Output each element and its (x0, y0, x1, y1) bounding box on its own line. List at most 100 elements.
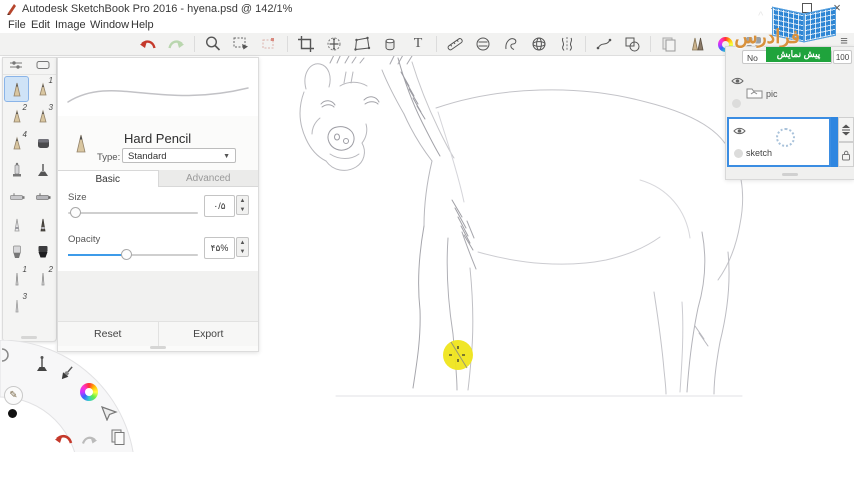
lagoon-layers-icon[interactable] (110, 428, 126, 450)
lock-state-icon (732, 99, 741, 108)
size-stepper[interactable]: ▲ ▼ (236, 195, 249, 215)
opacity-label: Opacity (68, 234, 101, 245)
dropdown-arrow-icon: ▼ (223, 153, 230, 160)
text-tool-icon[interactable]: T (408, 35, 428, 53)
transform-icon[interactable] (324, 35, 344, 53)
layers-drag-handle[interactable] (782, 173, 798, 176)
tab-basic[interactable]: Basic (58, 170, 159, 187)
brush-ink-pen-dark[interactable] (30, 211, 55, 237)
layer-opacity-field[interactable]: 100 (833, 50, 852, 64)
opacity-value[interactable]: ۴۵% (204, 237, 235, 259)
window-title: Autodesk SketchBook Pro 2016 - hyena.psd… (22, 3, 293, 15)
steady-stroke-tool-icon[interactable] (34, 355, 50, 378)
opacity-section: Opacity ۴۵% ▲ ▼ (58, 229, 258, 272)
stroke-preview (58, 58, 258, 116)
crop-icon[interactable] (296, 35, 316, 53)
layer-editor-icon[interactable] (659, 35, 679, 53)
size-slider-thumb[interactable] (70, 207, 81, 218)
layer-name: pic (766, 89, 778, 99)
export-button[interactable]: Export (159, 322, 259, 346)
palette-sliders-icon[interactable] (9, 57, 23, 75)
layer-row-pic[interactable]: pic (727, 69, 839, 115)
layer-row-sketch[interactable]: sketch (727, 117, 831, 167)
type-dropdown[interactable]: Standard ▼ (122, 148, 236, 163)
current-tool-badge[interactable]: ✎ (4, 386, 23, 405)
brush-fine-3[interactable]: 3 (4, 292, 29, 318)
brush-fine-2[interactable]: 2 (30, 265, 55, 291)
brush-marker-chisel[interactable] (4, 238, 29, 264)
type-label: Type: (97, 152, 121, 163)
menu-window[interactable]: Window (90, 19, 129, 31)
brush-marker-flat[interactable] (30, 238, 55, 264)
title-bar: Autodesk SketchBook Pro 2016 - hyena.psd… (0, 0, 854, 18)
size-label: Size (68, 192, 87, 203)
brush-pencil-3[interactable]: 3 (30, 103, 55, 129)
menu-edit[interactable]: Edit (31, 19, 50, 31)
ellipse-guide-icon[interactable] (473, 35, 493, 53)
distort-icon[interactable] (352, 35, 372, 53)
color-puck-icon[interactable] (80, 383, 98, 401)
steady-stroke-icon[interactable] (594, 35, 614, 53)
brush-hard-pencil[interactable] (4, 76, 29, 102)
brush-pencil-4[interactable]: 4 (4, 130, 29, 156)
layer-lock-icon[interactable] (838, 142, 854, 167)
brush-type-icon (76, 134, 86, 153)
paste-selection-icon (259, 35, 279, 53)
brush-spray-2[interactable] (30, 184, 55, 210)
preview-badge: پیش نمایش (766, 47, 831, 62)
lock-state-icon (734, 149, 743, 158)
opacity-stepper[interactable]: ▲ ▼ (236, 237, 249, 257)
opacity-slider-thumb[interactable] (121, 249, 132, 260)
select-icon[interactable] (231, 35, 251, 53)
lagoon-undo-icon[interactable] (54, 431, 74, 451)
brush-pencil-1[interactable]: 1 (30, 76, 55, 102)
layer-reorder-handle[interactable] (838, 117, 854, 142)
size-slider[interactable] (68, 207, 198, 218)
brush-ink-pen[interactable] (4, 211, 29, 237)
selected-layer-strip (831, 117, 838, 167)
brush-tabs: Basic Advanced (58, 170, 258, 187)
current-color-swatch[interactable] (8, 409, 17, 418)
symmetry-icon[interactable] (557, 35, 577, 53)
brush-library-icon[interactable] (687, 35, 707, 53)
visibility-eye-icon[interactable] (731, 76, 744, 86)
brush-empty-slot (30, 292, 55, 318)
menu-image[interactable]: Image (55, 19, 86, 31)
ruler-icon[interactable] (445, 35, 465, 53)
app-window: Autodesk SketchBook Pro 2016 - hyena.psd… (0, 0, 854, 480)
shapes-icon[interactable] (622, 35, 642, 53)
brush-stamp[interactable] (30, 157, 55, 183)
menu-file[interactable]: File (8, 19, 26, 31)
opacity-slider[interactable] (68, 249, 198, 260)
size-section: Size ۰/۵ ▲ ▼ (58, 187, 258, 230)
french-curve-icon[interactable] (501, 35, 521, 53)
panel-spacer (58, 271, 258, 321)
redo-icon[interactable] (166, 35, 186, 53)
visibility-eye-icon[interactable] (733, 126, 746, 136)
tab-advanced[interactable]: Advanced (158, 170, 258, 187)
brush-properties-panel: Hard Pencil Type: Standard ▼ Basic Advanc… (57, 57, 259, 352)
brush-spray-1[interactable] (4, 184, 29, 210)
brush-eraser[interactable] (30, 130, 55, 156)
brush-airbrush[interactable] (4, 157, 29, 183)
fill-icon[interactable] (380, 35, 400, 53)
undo-icon[interactable] (138, 35, 158, 53)
perspective-icon[interactable] (529, 35, 549, 53)
zoom-icon[interactable] (203, 35, 223, 53)
tray-chevron-icon[interactable]: ^ (758, 10, 763, 22)
brush-tool-icon[interactable] (58, 364, 76, 387)
size-value[interactable]: ۰/۵ (204, 195, 235, 217)
transform-puck-icon[interactable] (100, 405, 118, 426)
lagoon-redo-icon[interactable] (80, 433, 98, 451)
palette-drag-handle[interactable] (21, 336, 37, 339)
panel-drag-handle[interactable] (150, 346, 166, 349)
layer-name: sketch (746, 148, 773, 158)
brush-pencil-2[interactable]: 2 (4, 103, 29, 129)
brush-fine-1[interactable]: 1 (4, 265, 29, 291)
palette-collapse-icon[interactable] (36, 57, 50, 75)
lagoon-ring-icon[interactable] (0, 348, 12, 367)
layers-panel: No 100 pic sketch (725, 46, 854, 180)
menu-help[interactable]: Help (131, 19, 154, 31)
brush-grid: 1 2 3 4 1 2 3 (3, 75, 56, 319)
sketchbook-app-icon (7, 4, 16, 15)
